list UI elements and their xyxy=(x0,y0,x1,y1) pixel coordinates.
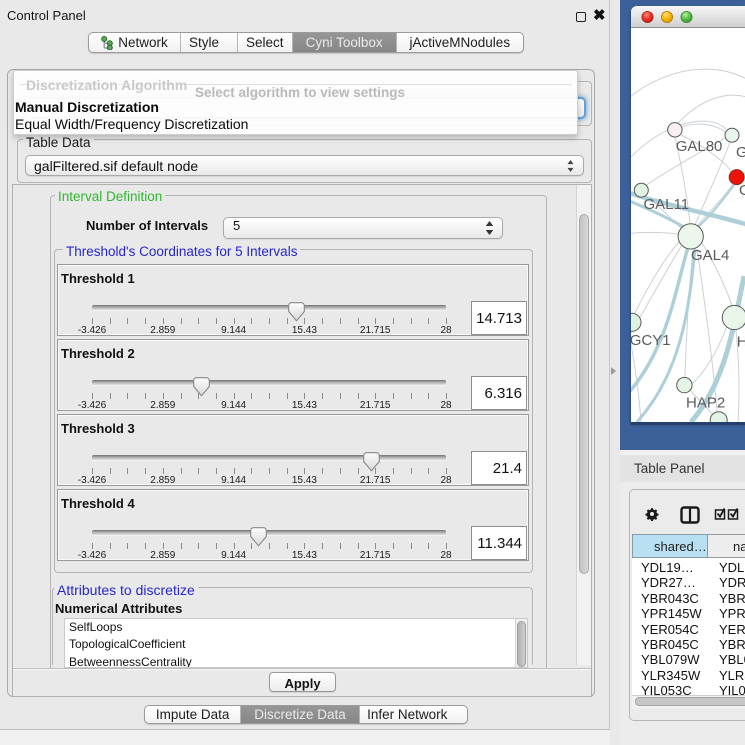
svg-text:G: G xyxy=(739,182,745,199)
svg-text:GAL4: GAL4 xyxy=(691,247,729,264)
svg-text:GAL11: GAL11 xyxy=(644,196,690,213)
svg-text:GCY1: GCY1 xyxy=(631,332,671,349)
svg-text:HAP2: HAP2 xyxy=(686,395,725,412)
svg-text:GA: GA xyxy=(736,144,745,161)
svg-text:H: H xyxy=(737,334,745,351)
svg-text:GAL80: GAL80 xyxy=(676,138,723,155)
